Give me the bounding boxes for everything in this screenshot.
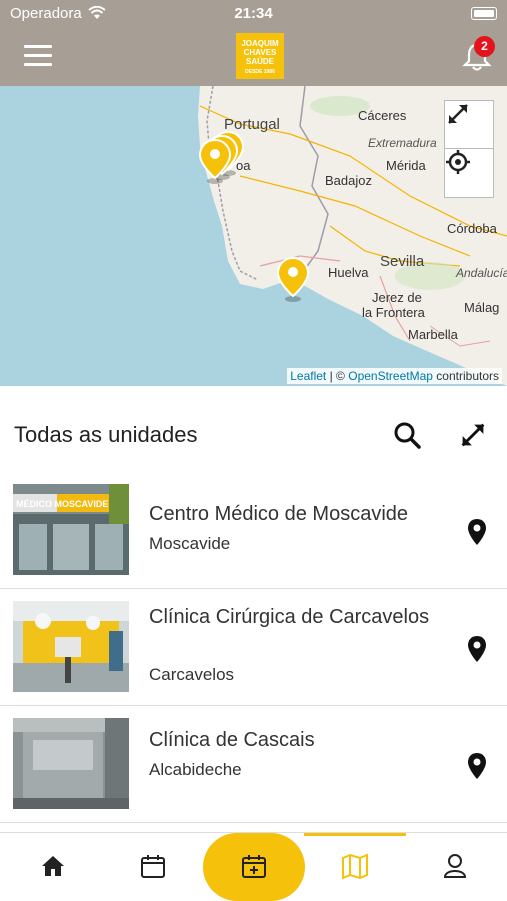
list-item[interactable]: Clínica Cirúrgica de Carcavelos Carcavel…	[0, 589, 507, 706]
map-label-caceres: Cáceres	[358, 108, 407, 123]
unit-thumbnail	[13, 601, 129, 692]
status-bar: Operadora 21:34	[0, 0, 507, 28]
status-time: 21:34	[234, 5, 273, 22]
brand-logo: JOAQUIM CHAVES SAÚDE DESDE 1986	[236, 33, 284, 79]
expand-icon	[448, 104, 468, 124]
leaflet-link[interactable]: Leaflet	[290, 369, 326, 383]
map-attribution: Leaflet | © OpenStreetMap contributors	[287, 368, 502, 384]
map-label-jerez-2: la Frontera	[362, 305, 425, 320]
map-label-sevilla: Sevilla	[380, 253, 425, 270]
unit-name: Clínica de Cascais	[149, 729, 315, 751]
svg-text:MÉDICO MOSCAVIDE: MÉDICO MOSCAVIDE	[16, 499, 108, 509]
unit-city: Carcavelos	[149, 665, 235, 684]
map-fullscreen-button[interactable]	[444, 100, 494, 150]
map-label-badajoz: Badajoz	[325, 173, 372, 188]
unit-thumbnail: MÉDICO MOSCAVIDE	[13, 484, 129, 575]
hamburger-menu-icon[interactable]	[24, 45, 52, 67]
units-list: MÉDICO MOSCAVIDE Centro Médico de Moscav…	[0, 472, 507, 823]
bottom-tab-bar	[0, 832, 507, 901]
map-label-extremadura: Extremadura	[368, 136, 437, 150]
unit-name: Clínica Cirúrgica de Carcavelos	[149, 606, 430, 628]
map-label-jerez-1: Jerez de	[372, 290, 422, 305]
calendar-icon[interactable]	[138, 851, 168, 881]
calendar-add-icon[interactable]	[239, 851, 269, 881]
notification-badge: 2	[474, 36, 495, 57]
map-marker[interactable]	[197, 138, 233, 184]
osm-link[interactable]: OpenStreetMap	[348, 369, 433, 383]
map-view[interactable]: Portugal Cáceres Extremadura Mérida Bada…	[0, 86, 507, 386]
map-label-cordoba: Córdoba	[447, 221, 497, 236]
app-header: JOAQUIM CHAVES SAÚDE DESDE 1986 2	[0, 28, 507, 86]
map-pin-icon[interactable]	[466, 752, 488, 780]
crosshair-icon	[446, 150, 470, 174]
unit-thumbnail	[13, 718, 129, 809]
active-tab-indicator	[304, 833, 406, 836]
map-label-merida: Mérida	[386, 158, 426, 173]
user-icon[interactable]	[440, 851, 470, 881]
search-icon[interactable]	[392, 420, 422, 450]
map-label-marbella: Marbella	[408, 327, 458, 342]
map-pin-icon[interactable]	[466, 518, 488, 546]
map-marker[interactable]	[275, 256, 311, 302]
expand-icon[interactable]	[458, 420, 488, 450]
section-title: Todas as unidades	[14, 422, 198, 447]
map-icon[interactable]	[340, 851, 370, 881]
list-item[interactable]: Clínica de Cascais Alcabideche	[0, 706, 507, 823]
units-section-header: Todas as unidades	[0, 386, 507, 476]
map-label-andalucia: Andalucía	[456, 266, 507, 280]
unit-city: Moscavide	[149, 534, 231, 553]
list-item[interactable]: MÉDICO MOSCAVIDE Centro Médico de Moscav…	[0, 472, 507, 589]
home-icon[interactable]	[38, 851, 68, 881]
battery-icon	[471, 7, 497, 20]
map-pin-icon[interactable]	[466, 635, 488, 663]
map-locate-button[interactable]	[444, 148, 494, 198]
unit-city: Alcabideche	[149, 760, 242, 779]
map-label-huelva: Huelva	[328, 265, 369, 280]
map-label-malaga: Málag	[464, 300, 500, 315]
unit-name: Centro Médico de Moscavide	[149, 503, 409, 525]
